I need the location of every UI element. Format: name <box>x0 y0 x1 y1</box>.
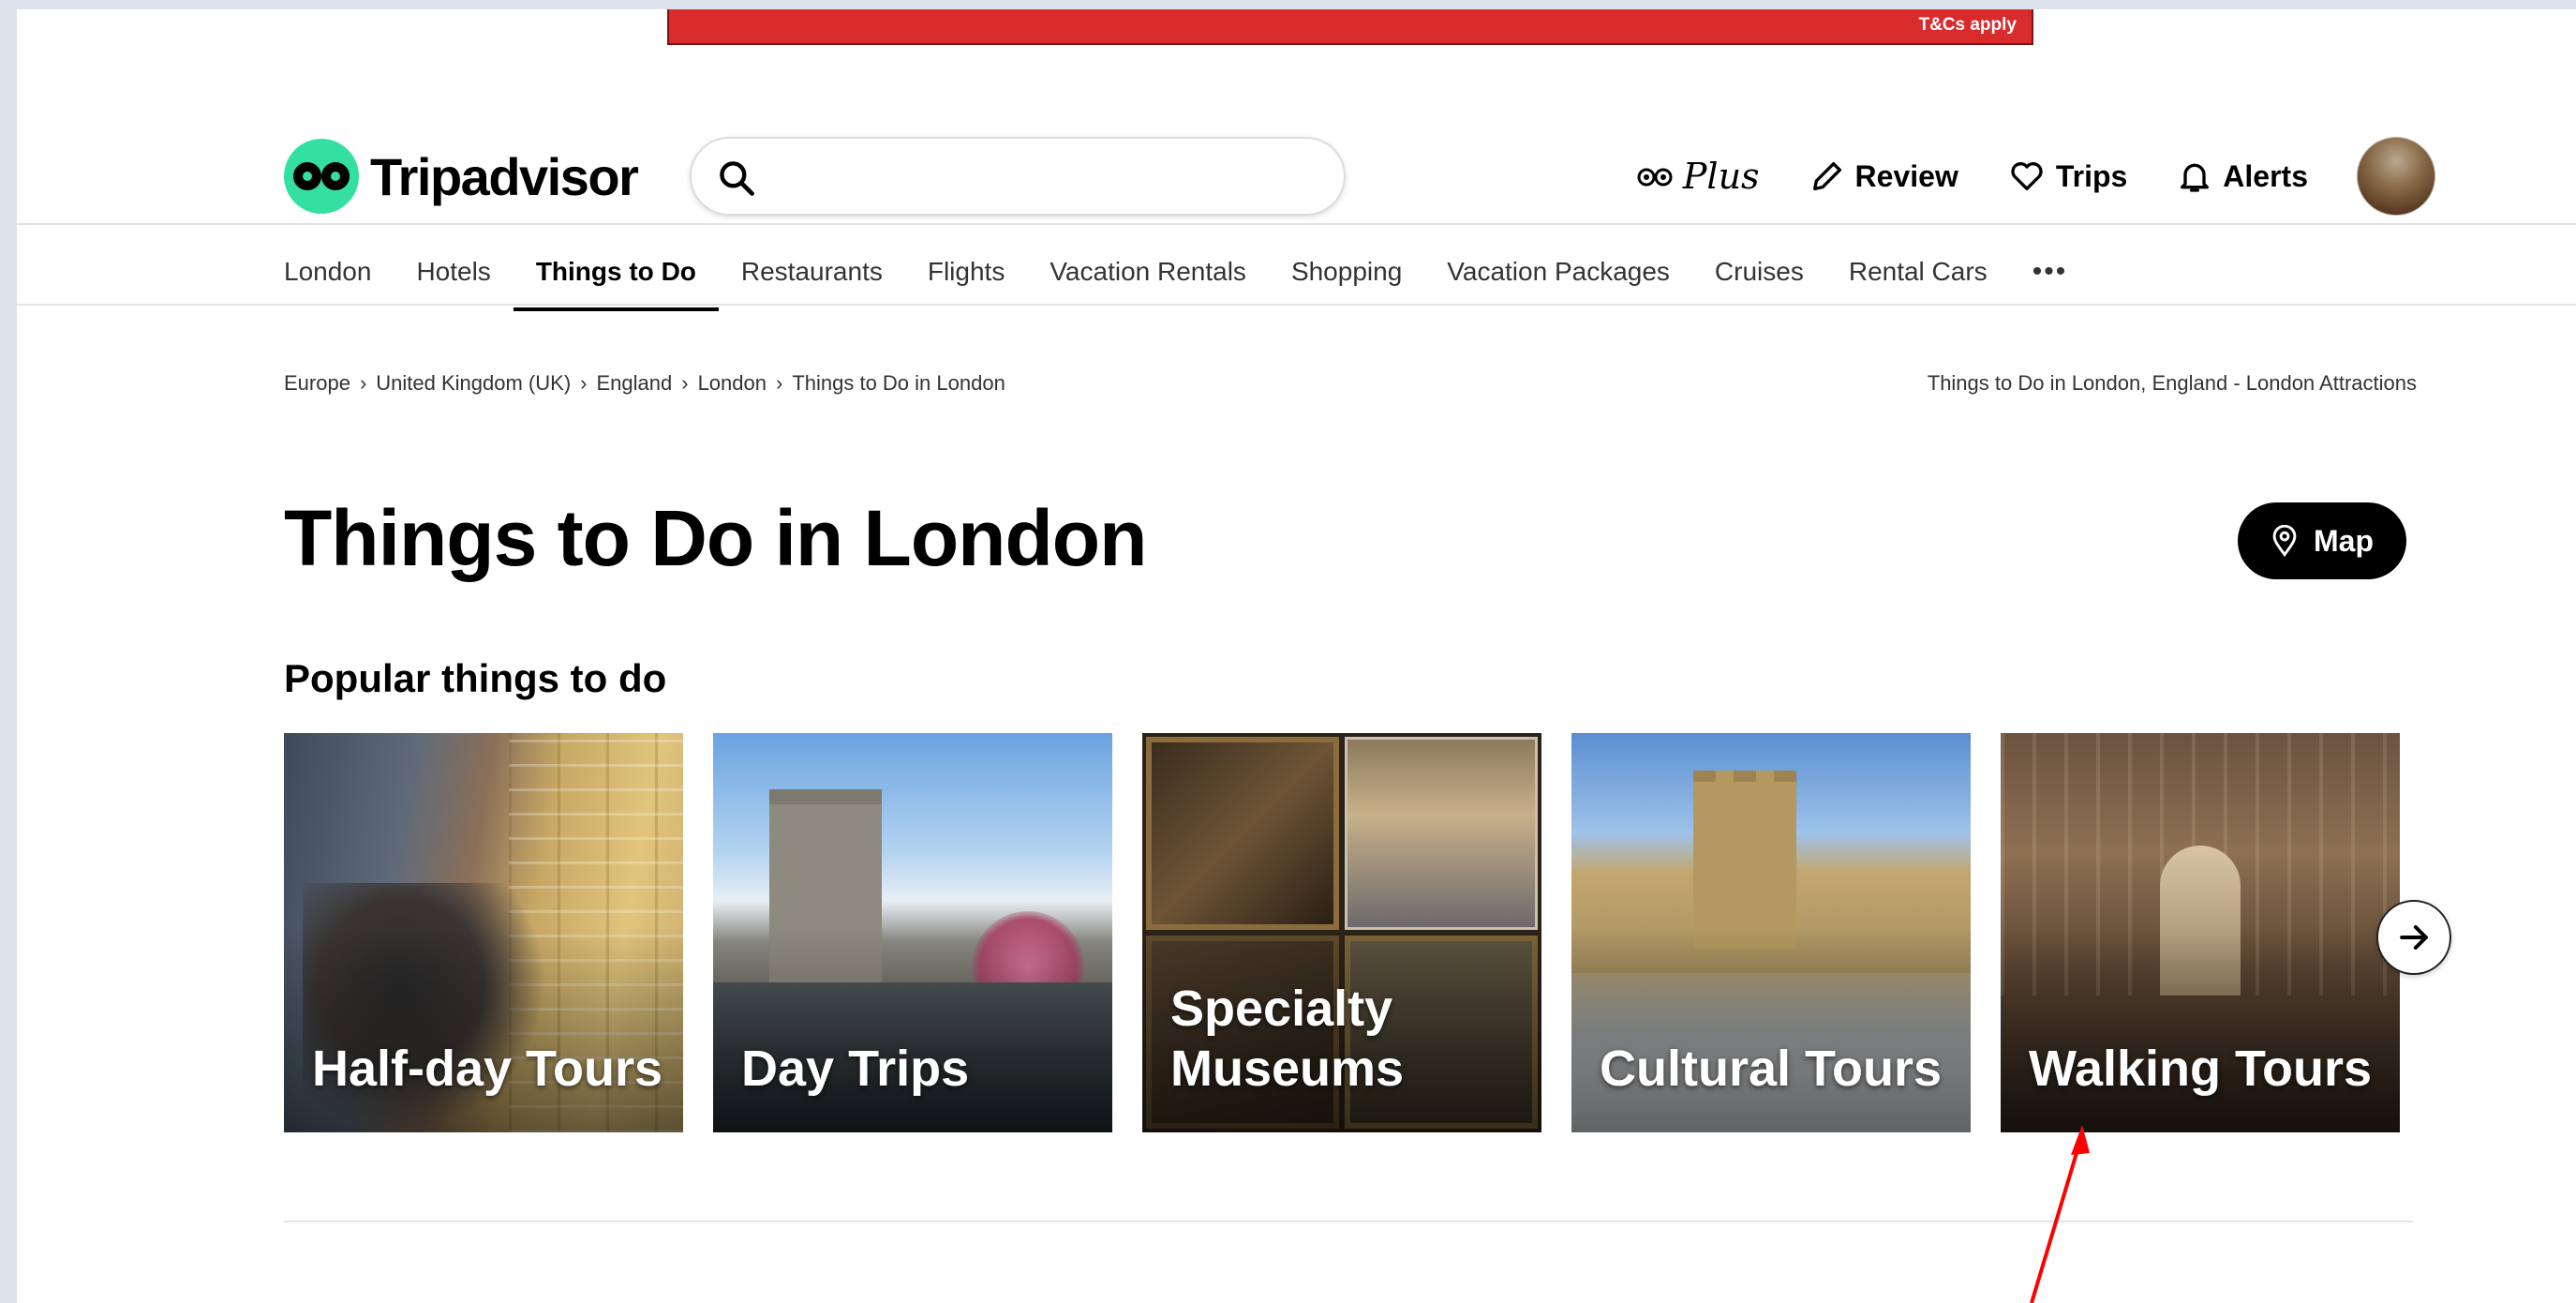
tabs-divider <box>17 304 2576 306</box>
header-nav: Plus Review Trips Alerts <box>1636 129 2576 223</box>
trips-label: Trips <box>2055 158 2128 193</box>
search-bar[interactable] <box>690 137 1346 216</box>
map-pin-icon <box>2272 525 2297 557</box>
logo-wordmark: Tripadvisor <box>370 146 639 206</box>
tab-rental-cars[interactable]: Rental Cars <box>1849 232 1988 311</box>
review-link[interactable]: Review <box>1809 157 1958 195</box>
owl-plus-icon <box>1637 168 1673 187</box>
search-icon <box>720 161 754 196</box>
page: T&Cs apply Tripadvisor Plus Review Trips… <box>17 9 2576 1303</box>
card-label: Walking Tours <box>2029 1041 2373 1097</box>
site-header: Tripadvisor Plus Review Trips Alerts <box>17 129 2576 232</box>
plus-label: Plus <box>1682 156 1760 197</box>
card-label: Specialty Museums <box>1170 981 1405 1097</box>
arrow-right-icon <box>2400 924 2428 951</box>
pencil-icon <box>1812 162 1841 190</box>
card-half-day-tours[interactable]: Half-day Tours <box>284 733 683 1132</box>
tab-hotels[interactable]: Hotels <box>416 232 490 311</box>
chevron-right-icon: › <box>580 371 588 395</box>
tab-flights[interactable]: Flights <box>928 232 1005 311</box>
tab-cruises[interactable]: Cruises <box>1715 232 1804 311</box>
tab-london[interactable]: London <box>284 232 371 311</box>
page-subtitle: Things to Do in London, England - London… <box>1927 371 2417 395</box>
card-walking-tours[interactable]: Walking Tours <box>2001 733 2400 1132</box>
header-divider <box>17 223 2576 225</box>
alerts-label: Alerts <box>2223 158 2308 193</box>
card-label: Day Trips <box>741 1041 970 1097</box>
tab-restaurants[interactable]: Restaurants <box>741 232 883 311</box>
tab-vacation-rentals[interactable]: Vacation Rentals <box>1050 232 1246 311</box>
map-button[interactable]: Map <box>2238 502 2406 579</box>
more-tabs-button[interactable]: ••• <box>2033 232 2068 311</box>
popular-cards-carousel: Half-day Tours Day Trips Specialty Museu… <box>284 733 2430 1132</box>
map-button-label: Map <box>2314 523 2374 558</box>
breadcrumb-europe[interactable]: Europe <box>284 371 350 396</box>
breadcrumb-united-kingdom[interactable]: United Kingdom (UK) <box>376 371 571 396</box>
breadcrumb-things-to-do: Things to Do in London <box>792 371 1005 395</box>
page-title: Things to Do in London <box>284 494 1147 582</box>
card-specialty-museums[interactable]: Specialty Museums <box>1142 733 1541 1132</box>
section-divider <box>284 1221 2413 1222</box>
breadcrumb: Europe › United Kingdom (UK) › England ›… <box>284 371 1005 396</box>
section-title: Popular things to do <box>284 656 667 700</box>
tab-things-to-do[interactable]: Things to Do <box>513 232 719 311</box>
terms-link[interactable]: T&Cs apply <box>1918 15 2017 36</box>
promo-banner[interactable]: T&Cs apply <box>667 9 2033 45</box>
chevron-right-icon: › <box>681 371 689 395</box>
chevron-right-icon: › <box>775 371 783 395</box>
carousel-next-button[interactable] <box>2376 900 2451 975</box>
card-label: Cultural Tours <box>1600 1041 1943 1097</box>
tripadvisor-logo[interactable]: Tripadvisor <box>284 139 639 214</box>
category-tabs: London Hotels Things to Do Restaurants F… <box>284 232 2112 311</box>
breadcrumb-london[interactable]: London <box>698 371 767 396</box>
card-label: Half-day Tours <box>312 1041 663 1097</box>
owl-logo-icon <box>284 139 359 214</box>
chevron-right-icon: › <box>359 371 367 395</box>
card-cultural-tours[interactable]: Cultural Tours <box>1571 733 1971 1132</box>
plus-link[interactable]: Plus <box>1636 156 1760 197</box>
review-label: Review <box>1854 158 1958 193</box>
bell-icon <box>2181 163 2210 192</box>
tab-shopping[interactable]: Shopping <box>1291 232 1402 311</box>
trips-link[interactable]: Trips <box>2007 157 2127 195</box>
user-avatar[interactable] <box>2357 137 2435 216</box>
breadcrumb-england[interactable]: England <box>596 371 672 396</box>
card-day-trips[interactable]: Day Trips <box>713 733 1112 1132</box>
alerts-link[interactable]: Alerts <box>2176 157 2308 196</box>
tab-vacation-packages[interactable]: Vacation Packages <box>1447 232 1670 311</box>
search-input[interactable] <box>767 154 1310 199</box>
heart-icon <box>2011 162 2043 190</box>
